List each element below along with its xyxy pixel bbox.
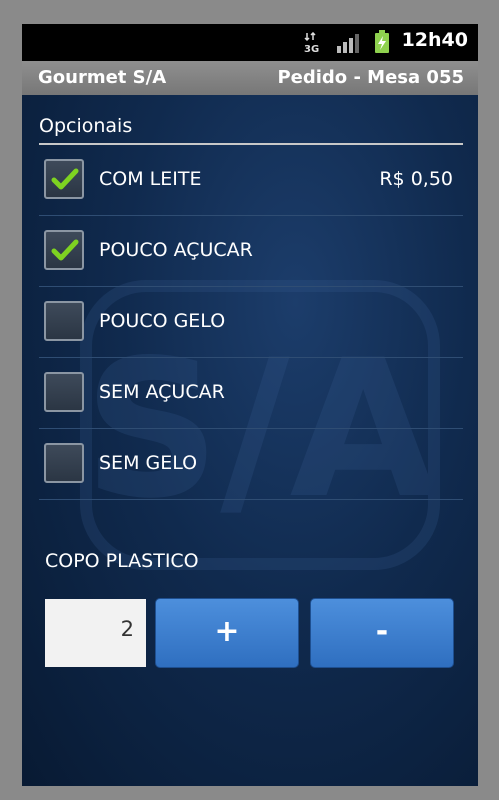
checkbox-pouco-gelo[interactable] [44,301,84,341]
option-label: POUCO GELO [99,310,226,332]
option-label: POUCO AÇUCAR [99,239,253,261]
decrement-button[interactable]: - [310,598,454,668]
main-content: S/A Opcionais COM LEITE R$ 0,50 POUCO AÇ… [22,95,478,786]
quantity-field[interactable]: 2 [45,599,146,667]
row-divider [39,499,463,500]
signal-strength-icon [336,32,362,58]
section-title: Opcionais [39,115,133,137]
option-sem-acucar[interactable]: SEM AÇUCAR [39,358,463,429]
option-label: SEM AÇUCAR [99,381,225,403]
checkbox-pouco-acucar[interactable] [44,230,84,270]
status-bar: 3G 12h40 [22,24,478,61]
checkbox-sem-acucar[interactable] [44,372,84,412]
title-bar: Gourmet S/A Pedido - Mesa 055 [22,61,478,95]
network-3g-icon: 3G [304,31,320,58]
battery-charging-icon [374,30,390,58]
svg-text:3G: 3G [304,44,319,54]
option-price: R$ 0,50 [379,168,453,190]
option-pouco-gelo[interactable]: POUCO GELO [39,287,463,358]
order-info: Pedido - Mesa 055 [277,67,464,88]
checkmark-icon [51,239,79,261]
option-label: COM LEITE [99,168,202,190]
checkbox-sem-gelo[interactable] [44,443,84,483]
increment-button[interactable]: + [155,598,299,668]
app-name: Gourmet S/A [38,67,167,88]
clock: 12h40 [401,29,468,51]
cup-label: COPO PLASTICO [45,550,199,572]
option-sem-gelo[interactable]: SEM GELO [39,429,463,500]
checkmark-icon [51,168,79,190]
option-pouco-acucar[interactable]: POUCO AÇUCAR [39,216,463,287]
option-label: SEM GELO [99,452,198,474]
phone-screen: 3G 12h40 Gourmet S/A Pedido - Mesa 055 S… [22,24,478,786]
option-com-leite[interactable]: COM LEITE R$ 0,50 [39,145,463,216]
checkbox-com-leite[interactable] [44,159,84,199]
